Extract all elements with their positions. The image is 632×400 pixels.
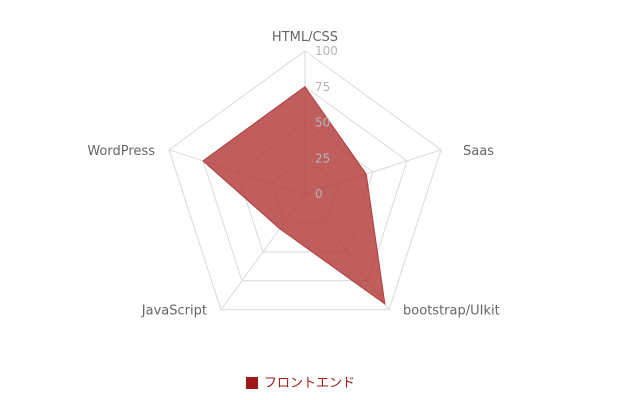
- axis-label: Saas: [463, 144, 494, 159]
- tick-label: 75: [315, 80, 330, 94]
- tick-label: 25: [315, 151, 330, 165]
- tick-label: 0: [315, 187, 323, 201]
- tick-label: 50: [315, 116, 330, 130]
- legend-swatch: [246, 377, 258, 389]
- legend-label: フロントエンド: [264, 376, 355, 391]
- axis-label: WordPress: [87, 144, 155, 159]
- series-layer: [202, 86, 386, 305]
- axis-label: JavaScript: [141, 304, 207, 319]
- axis-label: bootstrap/UIkit: [403, 304, 500, 319]
- tick-label: 100: [315, 44, 338, 58]
- radar-chart: 0 25 50 75 100 HTML/CSS Saas bootstrap/UIkit Ja…: [87, 30, 500, 391]
- axis-label: HTML/CSS: [272, 30, 338, 45]
- legend[interactable]: フロントエンド: [246, 376, 355, 391]
- series-area[interactable]: [202, 86, 386, 305]
